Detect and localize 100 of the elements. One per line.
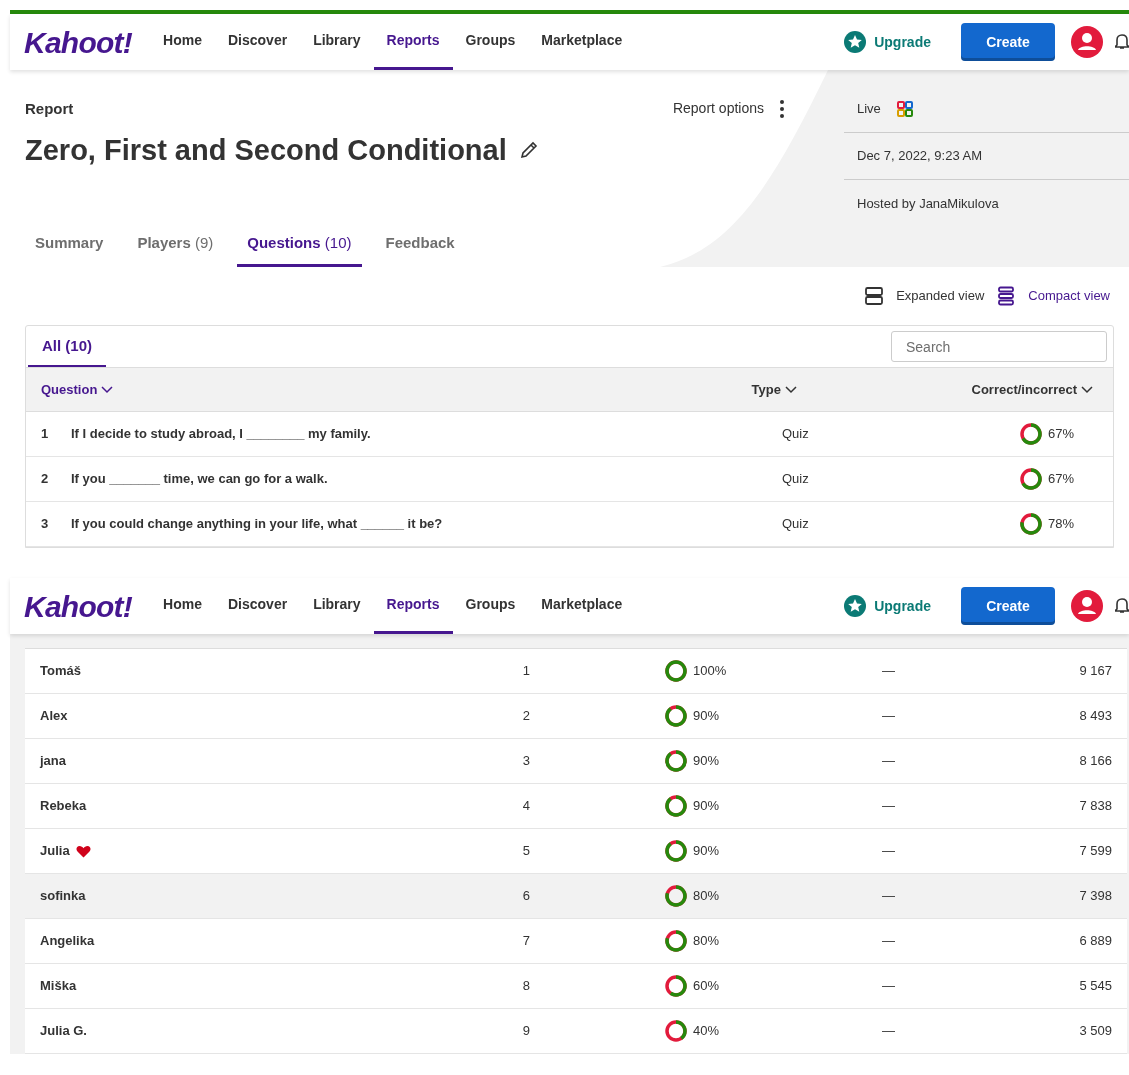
column-header[interactable]: Question	[41, 379, 752, 400]
question-type: Quiz	[782, 470, 810, 489]
correct-percent: 90%	[693, 842, 720, 861]
nav-link[interactable]: Discover	[214, 578, 301, 634]
create-button[interactable]: Create	[961, 587, 1055, 625]
unanswered-value: —	[881, 662, 895, 681]
upgrade-button[interactable]: Upgrade	[844, 31, 931, 53]
question-number: 1	[41, 425, 50, 444]
player-score: 7 599	[1078, 842, 1112, 861]
two-rows-icon	[864, 286, 885, 306]
player-score: 8 166	[1078, 752, 1112, 771]
avatar-icon[interactable]	[1071, 590, 1103, 622]
heart-icon	[75, 844, 91, 858]
nav-link[interactable]: Library	[300, 578, 374, 634]
player-name: Angelika	[40, 932, 95, 951]
unanswered-value: —	[881, 1022, 895, 1041]
player-name: Julia G.	[40, 1022, 87, 1041]
player-rank: 7	[521, 932, 530, 951]
report-tab[interactable]: Feedback	[375, 231, 465, 267]
nav-link[interactable]: Marketplace	[528, 578, 636, 634]
pencil-icon[interactable]	[518, 140, 539, 161]
report-tab[interactable]: Summary	[25, 231, 114, 267]
nav-link[interactable]: Reports	[373, 578, 453, 634]
correct-ratio-ring-icon	[663, 748, 689, 774]
correct-percent: 80%	[693, 932, 720, 951]
nav-link[interactable]: Discover	[214, 14, 301, 70]
correct-ratio-ring-icon	[663, 703, 689, 729]
player-row[interactable]: sofinka 6 80% — 7 398	[25, 874, 1127, 919]
nav-link[interactable]: Library	[300, 14, 374, 70]
player-name: Miška	[40, 977, 77, 996]
correct-percent: 67%	[1048, 425, 1075, 444]
column-header[interactable]: Correct/incorrect	[971, 379, 1098, 400]
question-type: Quiz	[782, 425, 810, 444]
avatar-icon[interactable]	[1071, 26, 1103, 58]
player-name: sofinka	[40, 887, 86, 906]
unanswered-value: —	[881, 977, 895, 996]
player-rank: 6	[521, 887, 530, 906]
correct-percent: 90%	[693, 752, 720, 771]
player-rank: 2	[521, 707, 530, 726]
correct-ratio-ring-icon	[663, 883, 689, 909]
logo[interactable]: Kahoot!	[24, 583, 133, 629]
question-text[interactable]: If you _______ time, we can go for a walk.	[71, 469, 782, 489]
unanswered-value: —	[881, 887, 895, 906]
question-number: 2	[41, 470, 50, 489]
unanswered-value: —	[881, 932, 895, 951]
nav-link[interactable]: Marketplace	[528, 14, 636, 70]
player-name: Tomáš	[40, 662, 81, 681]
correct-ratio-ring-icon	[1018, 421, 1044, 447]
correct-percent: 78%	[1048, 515, 1075, 534]
bell-icon[interactable]	[1115, 33, 1129, 51]
player-score: 5 545	[1078, 977, 1112, 996]
player-rank: 9	[521, 1022, 530, 1041]
session-host: Hosted by JanaMikulova	[857, 194, 999, 213]
view-toggle[interactable]: Compact view	[996, 286, 1110, 306]
player-rank: 8	[521, 977, 530, 996]
player-score: 8 493	[1078, 707, 1112, 726]
unanswered-value: —	[881, 707, 895, 726]
correct-percent: 40%	[693, 1022, 720, 1041]
player-score: 6 889	[1078, 932, 1112, 951]
correct-percent: 60%	[693, 977, 720, 996]
unanswered-value: —	[881, 842, 895, 861]
search-field[interactable]: Search	[891, 331, 1107, 362]
player-name: Julia	[40, 842, 70, 861]
report-label: Report	[25, 99, 75, 119]
session-type: Live	[857, 100, 881, 119]
nav-link[interactable]: Home	[150, 578, 215, 634]
grid-icon	[896, 101, 913, 117]
report-title: Zero, First and Second Conditional	[25, 132, 507, 168]
bell-icon[interactable]	[1115, 597, 1129, 615]
correct-ratio-ring-icon	[663, 928, 689, 954]
question-text[interactable]: If I decide to study abroad, I ________ my family.	[71, 424, 782, 444]
correct-ratio-ring-icon	[663, 658, 689, 684]
question-text[interactable]: If you could change anything in your life, what ______ it be?	[71, 514, 782, 534]
player-score: 7 398	[1078, 887, 1112, 906]
question-number: 3	[41, 515, 50, 534]
nav-link[interactable]: Groups	[452, 14, 529, 70]
correct-ratio-ring-icon	[1018, 466, 1044, 492]
logo[interactable]: Kahoot!	[24, 19, 133, 65]
player-rank: 5	[521, 842, 530, 861]
more-icon	[780, 98, 784, 119]
player-name: Alex	[40, 707, 68, 726]
player-rank: 4	[521, 797, 530, 816]
report-tab[interactable]: Players (9)	[127, 231, 224, 267]
player-score: 7 838	[1078, 797, 1112, 816]
three-rows-icon	[996, 286, 1017, 306]
nav-link[interactable]: Home	[150, 14, 215, 70]
column-header[interactable]: Type	[751, 379, 972, 400]
report-options-button[interactable]: Report options	[672, 98, 784, 119]
create-button[interactable]: Create	[961, 23, 1055, 61]
upgrade-button[interactable]: Upgrade	[844, 595, 931, 617]
nav-link[interactable]: Groups	[452, 578, 529, 634]
player-score: 3 509	[1078, 1022, 1112, 1041]
player-name: Rebeka	[40, 797, 87, 816]
correct-percent: 80%	[693, 887, 720, 906]
view-toggle[interactable]: Expanded view	[864, 286, 985, 306]
correct-ratio-ring-icon	[663, 838, 689, 864]
correct-ratio-ring-icon	[1018, 511, 1044, 537]
player-name: jana	[40, 752, 66, 771]
correct-percent: 90%	[693, 707, 720, 726]
session-date: Dec 7, 2022, 9:23 AM	[857, 147, 983, 166]
